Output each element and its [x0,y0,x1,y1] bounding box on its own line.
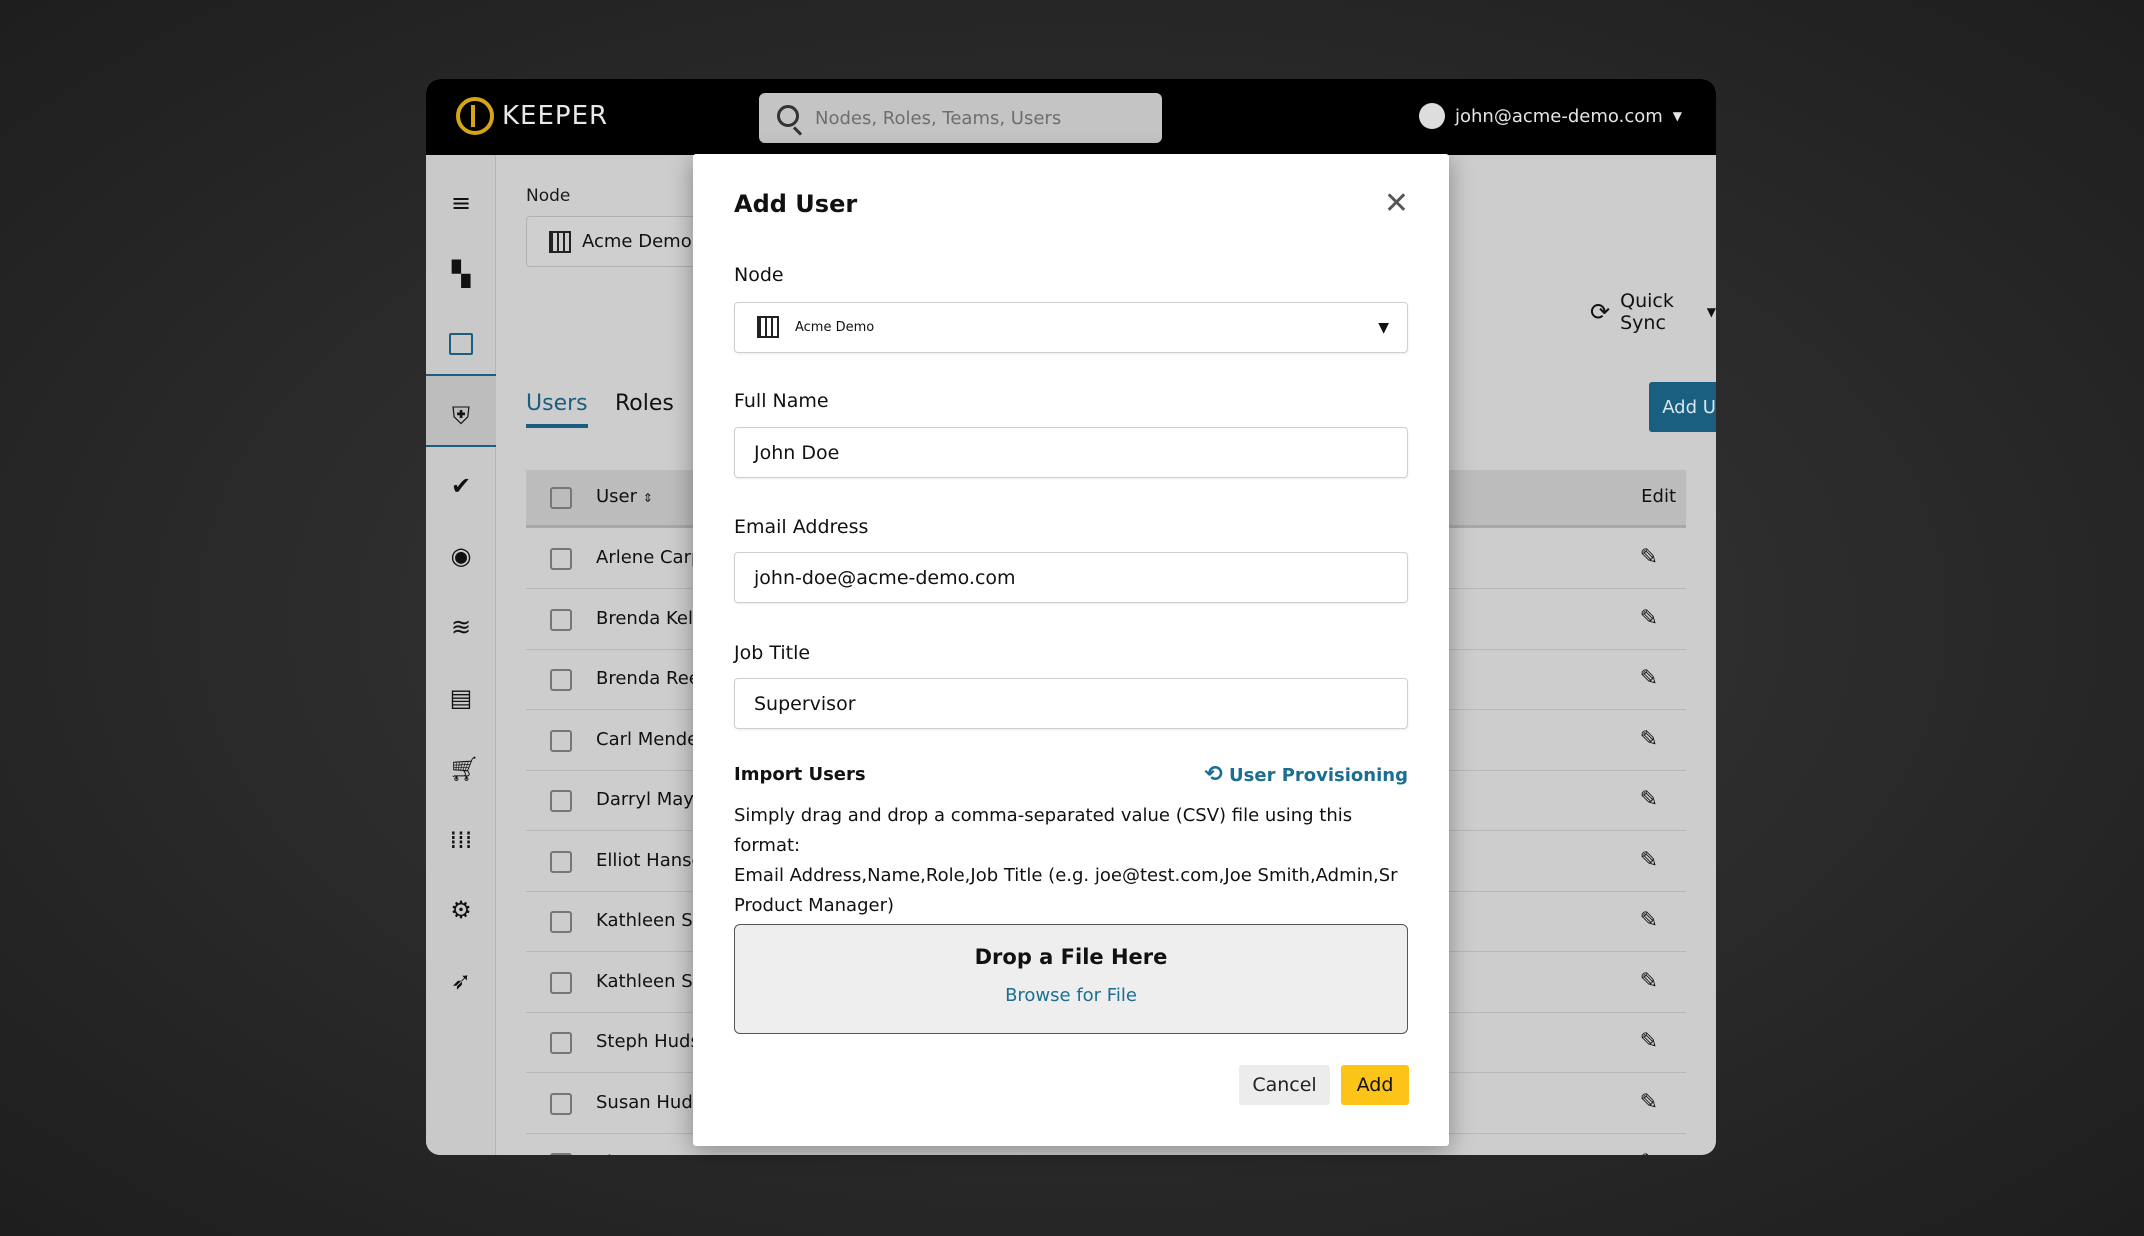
edit-pencil-icon[interactable]: ✎ [1640,727,1658,752]
provisioning-icon: ⟲ [1204,762,1223,787]
node-value: Acme Demo [582,231,692,252]
keeper-logo: KEEPER [456,97,608,135]
edit-pencil-icon[interactable]: ✎ [1640,787,1658,812]
row-checkbox[interactable] [550,608,572,631]
sync-icon: ⟳ [1590,298,1611,326]
dialog-title: Add User [734,190,858,218]
edit-pencil-icon[interactable]: ✎ [1640,606,1658,631]
edit-pencil-icon[interactable]: ✎ [1640,1090,1658,1115]
top-bar: KEEPER Nodes, Roles, Teams, Users john@a… [426,79,1716,155]
account-menu[interactable]: john@acme-demo.com ▼ [1419,103,1682,129]
edit-pencil-icon[interactable]: ✎ [1640,1029,1658,1054]
add-user-dialog: Add User ✕ Node Acme Demo ▼ Full Name Joh… [693,154,1449,1146]
node-select[interactable]: Acme Demo ▼ [734,302,1408,353]
rocket-icon[interactable]: ➶ [449,969,473,993]
user-name: Susan Huds [596,1091,703,1113]
user-name: Brenda Ree [596,668,700,689]
row-checkbox[interactable] [550,1153,572,1155]
sort-icon: ⇕ [642,491,653,505]
row-checkbox[interactable] [550,1092,572,1115]
shield-check-icon[interactable]: ✔ [449,474,473,498]
row-checkbox[interactable] [550,850,572,873]
row-checkbox[interactable] [550,548,572,570]
chevron-down-icon: ▼ [1672,109,1682,123]
job-title-input[interactable]: Supervisor [734,678,1408,729]
node-label: Node [526,186,571,206]
edit-pencil-icon[interactable]: ✎ [1640,908,1658,933]
edit-pencil-icon[interactable]: ✎ [1640,848,1658,873]
email-input[interactable]: john-doe@acme-demo.com [734,552,1408,603]
user-name: Kathleen Si [596,910,698,931]
account-email: john@acme-demo.com [1455,105,1663,127]
quick-sync-button[interactable]: ⟳ Quick Sync ▼ [1590,290,1716,334]
clipboard-icon[interactable]: ▤ [449,686,473,710]
user-name: Arlene Carp [596,547,703,568]
chevron-down-icon: ▼ [1706,305,1716,319]
user-name: Elliot Hanse [596,849,703,871]
edit-pencil-icon[interactable]: ✎ [1640,666,1658,691]
keeper-logo-icon [456,97,494,135]
full-name-label: Full Name [734,390,829,412]
row-checkbox[interactable] [550,1032,572,1054]
full-name-input[interactable]: John Doe [734,427,1408,478]
layers-icon[interactable]: ≋ [449,615,473,639]
shield-eye-icon[interactable]: ◉ [449,544,473,568]
user-provisioning-link[interactable]: ⟲ User Provisioning [734,762,1408,787]
edit-pencil-icon[interactable]: ✎ [1640,1150,1658,1155]
user-name: Darryl May [596,789,694,810]
row-checkbox[interactable] [550,729,572,752]
shield-icon[interactable]: ⛨ [449,404,473,428]
node-field-label: Node [734,264,784,286]
menu-icon[interactable]: ≡ [449,191,473,215]
search-icon [777,105,799,127]
global-search-input[interactable]: Nodes, Roles, Teams, Users [759,93,1162,143]
apps-grid-icon[interactable]: ⁞⁞⁞ [449,828,473,852]
select-all-checkbox[interactable] [550,487,572,509]
user-name: Brenda Kell [596,607,698,629]
user-name: Carl Mende [596,728,699,750]
building-icon [549,231,571,253]
add-user-button[interactable]: Add User [1649,382,1716,432]
job-title-label: Job Title [734,642,811,664]
user-name: Steph Huds [596,1031,700,1052]
user-name: Thom Dunn [596,1152,701,1155]
account-icon [1419,103,1445,129]
chevron-down-icon: ▼ [1378,319,1389,336]
tab-roles[interactable]: Roles [615,391,674,416]
sidebar: ≡ ▚ ⛨ ✔ ◉ ≋ ▤ 🛒︎ ⁞⁞⁞ ⚙ ➶ [426,155,496,1155]
file-drop-zone[interactable]: Drop a File Here Browse for File [734,924,1408,1034]
user-column-header[interactable]: User ⇕ [596,486,653,507]
search-placeholder: Nodes, Roles, Teams, Users [815,107,1062,129]
row-checkbox[interactable] [550,790,572,812]
row-checkbox[interactable] [550,669,572,691]
drop-title: Drop a File Here [974,945,1168,969]
import-description: Simply drag and drop a comma-separated v… [734,805,1398,916]
gear-icon[interactable]: ⚙ [449,898,473,922]
dashboard-icon[interactable]: ▚ [449,262,473,286]
edit-column-header: Edit [1641,486,1676,507]
admin-console-icon[interactable] [449,333,473,355]
edit-pencil-icon[interactable]: ✎ [1640,969,1658,994]
user-name: Kathleen Si [596,970,698,992]
brand-text: KEEPER [502,101,609,131]
cancel-button[interactable]: Cancel [1239,1065,1330,1105]
building-icon [757,316,779,338]
tab-users[interactable]: Users [526,391,588,428]
row-checkbox[interactable] [550,911,572,933]
email-label: Email Address [734,516,869,538]
close-icon[interactable]: ✕ [1384,186,1409,221]
browse-file-link[interactable]: Browse for File [735,985,1407,1006]
add-button[interactable]: Add [1341,1065,1409,1105]
cart-icon[interactable]: 🛒︎ [449,757,479,781]
edit-pencil-icon[interactable]: ✎ [1640,545,1658,570]
row-checkbox[interactable] [550,971,572,994]
